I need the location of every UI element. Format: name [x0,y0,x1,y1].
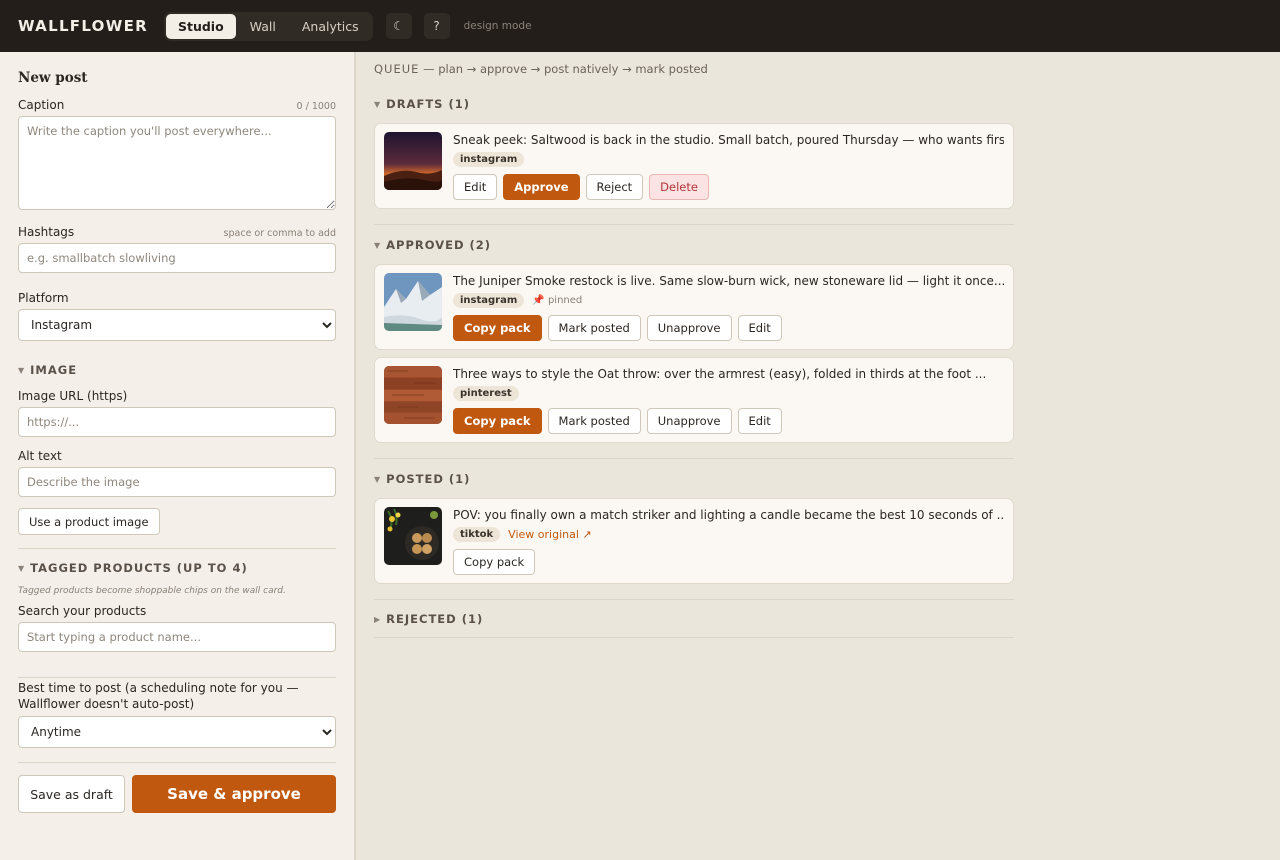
reject-button[interactable]: Reject [585,174,644,200]
platform-chip: tiktok [453,527,501,542]
copy-pack-button[interactable]: Copy pack [453,549,536,575]
approve-button[interactable]: Approve [503,174,580,200]
post-caption: The Juniper Smoke restock is live. Same … [453,274,1004,288]
posted-card: POV: you finally own a match striker and… [374,498,1014,584]
top-bar: WALLFLOWER Studio Wall Analytics ☾ ? des… [0,0,1280,52]
mode-label: design mode [463,20,532,32]
dusk-desert-photo [384,132,442,190]
cookies-plate-photo [384,507,442,565]
platform-select[interactable]: Instagram [18,309,336,341]
caret-down-icon: ▼ [374,240,382,250]
draft-card: Sneak peek: Saltwood is back in the stud… [374,123,1014,209]
approved-card: The Juniper Smoke restock is live. Same … [374,264,1014,350]
unapprove-button[interactable]: Unapprove [646,408,732,434]
queue-panel: QUEUE — plan → approve → post natively →… [356,52,1280,860]
tab-studio[interactable]: Studio [165,13,236,39]
platform-chip: instagram [453,152,525,167]
posted-group-toggle[interactable]: ▼ POSTED (1) [374,471,1262,487]
best-time-label: Best time to post (a scheduling note for… [18,681,299,711]
alt-text-label: Alt text [18,449,62,463]
platform-label: Platform [18,291,69,305]
caption-counter: 0 / 1000 [296,101,336,112]
brand-logo[interactable]: WALLFLOWER [18,17,148,35]
pin-icon: 📌 [532,295,545,306]
edit-button[interactable]: Edit [737,408,782,434]
hashtags-hint: space or comma to add [223,228,336,239]
drafts-title: DRAFTS (1) [386,97,470,111]
divider [18,548,336,549]
rejected-title: REJECTED (1) [386,612,484,626]
divider [18,762,336,763]
queue-flow: — plan → approve → post natively → mark … [419,62,708,76]
tagged-products-note: Tagged products become shoppable chips o… [18,586,286,596]
caption-label: Caption [18,98,65,112]
form-title: New post [18,70,88,86]
wood-planks-photo [384,366,442,424]
best-time-select[interactable]: Anytime [18,716,336,748]
image-section-toggle[interactable]: ▼ IMAGE [18,363,336,377]
tagged-products-toggle[interactable]: ▼ TAGGED PRODUCTS (UP TO 4) [18,561,336,575]
approved-title: APPROVED (2) [386,238,492,252]
post-caption: Sneak peek: Saltwood is back in the stud… [453,133,1004,147]
theme-toggle-moon-icon[interactable]: ☾ [385,13,412,39]
mark-posted-button[interactable]: Mark posted [547,315,641,341]
tab-analytics[interactable]: Analytics [290,14,371,39]
copy-pack-button[interactable]: Copy pack [453,315,542,341]
new-post-form: New post Caption 0 / 1000 Hashtags space… [0,52,356,860]
pinned-indicator: 📌 pinned [532,295,582,306]
divider [374,224,1014,225]
posted-title: POSTED (1) [386,472,471,486]
edit-button[interactable]: Edit [453,174,498,200]
queue-header: QUEUE — plan → approve → post natively →… [374,62,1262,76]
delete-button[interactable]: Delete [649,174,709,200]
caption-input[interactable] [18,116,336,210]
drafts-group-toggle[interactable]: ▼ DRAFTS (1) [374,96,1262,112]
divider [374,599,1014,600]
queue-label: QUEUE [374,62,420,76]
save-and-approve-button[interactable]: Save & approve [132,775,336,813]
tab-wall[interactable]: Wall [238,14,288,39]
snowy-mountain-photo [384,273,442,331]
caret-right-icon: ▶ [374,614,382,624]
main-nav: Studio Wall Analytics [163,11,373,41]
approved-group-toggle[interactable]: ▼ APPROVED (2) [374,237,1262,253]
view-original-link[interactable]: View original ↗ [508,528,591,541]
caret-down-icon: ▼ [18,365,26,375]
approved-card: Three ways to style the Oat throw: over … [374,357,1014,443]
image-url-label: Image URL (https) [18,389,128,403]
caret-down-icon: ▼ [374,99,382,109]
help-icon[interactable]: ? [423,13,450,39]
hashtags-input[interactable] [18,243,336,273]
rejected-group-toggle[interactable]: ▶ REJECTED (1) [374,611,1262,627]
divider [374,458,1014,459]
platform-chip: instagram [453,293,525,308]
divider [18,677,336,678]
tagged-products-title: TAGGED PRODUCTS (UP TO 4) [30,561,248,575]
hashtags-label: Hashtags [18,225,75,239]
alt-text-input[interactable] [18,467,336,497]
unapprove-button[interactable]: Unapprove [646,315,732,341]
edit-button[interactable]: Edit [737,315,782,341]
post-caption: Three ways to style the Oat throw: over … [453,367,987,381]
platform-chip: pinterest [453,386,519,401]
caret-down-icon: ▼ [374,474,382,484]
search-products-input[interactable] [18,622,336,652]
post-caption: POV: you finally own a match striker and… [453,508,1004,522]
pinned-label: pinned [547,295,583,306]
caret-down-icon: ▼ [18,563,26,573]
search-products-label: Search your products [18,604,147,618]
image-section-title: IMAGE [30,363,78,377]
use-product-image-button[interactable]: Use a product image [18,508,160,535]
mark-posted-button[interactable]: Mark posted [547,408,641,434]
copy-pack-button[interactable]: Copy pack [453,408,542,434]
divider [374,637,1014,638]
save-as-draft-button[interactable]: Save as draft [18,775,125,813]
image-url-input[interactable] [18,407,336,437]
